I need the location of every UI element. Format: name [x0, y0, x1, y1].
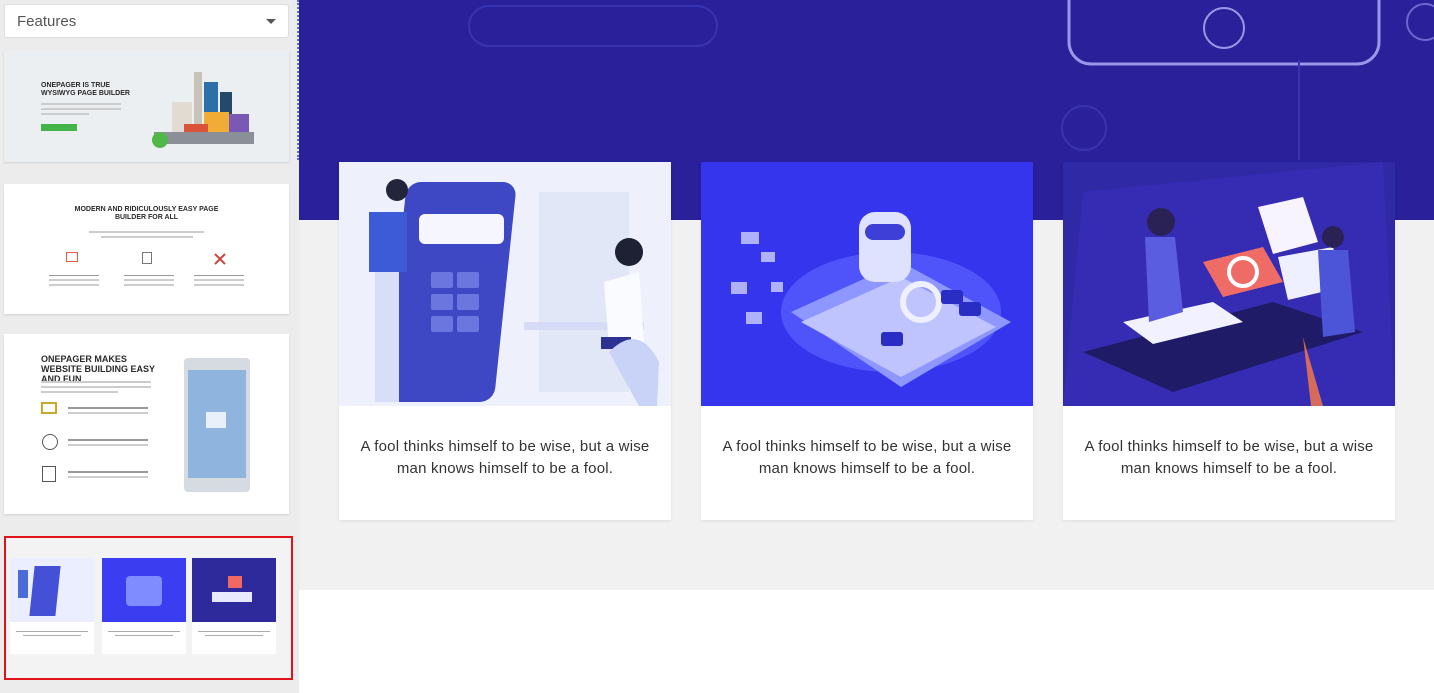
mini-card [192, 558, 276, 654]
block-thumbnail-cards-selected[interactable] [4, 536, 293, 680]
thumb-text-lines [68, 436, 148, 446]
block-thumbnail-hero[interactable]: ONEPAGER IS TRUE WYSIWYG PAGE BUILDER [4, 50, 289, 162]
next-section-band [299, 590, 1434, 693]
card-caption: A fool thinks himself to be wise, but a … [722, 438, 1012, 477]
mini-card [102, 558, 186, 654]
thumb-text-lines [68, 468, 148, 478]
thumb-title: MODERN AND RIDICULOUSLY EASY PAGE BUILDE… [74, 206, 219, 221]
block-thumbnail-phone-features[interactable]: ONEPAGER MAKES WEBSITE BUILDING EASY AND… [4, 334, 289, 514]
card-caption: A fool thinks himself to be wise, but a … [360, 438, 650, 477]
thumb-feature-icon [142, 252, 152, 264]
thumb-text-lines [49, 272, 99, 286]
block-thumbnail-features[interactable]: MODERN AND RIDICULOUSLY EASY PAGE BUILDE… [4, 184, 289, 314]
thumb-cta-button [41, 124, 77, 131]
sidebar: Features ONEPAGER IS TRUE WYSIWYG PAGE B… [0, 0, 299, 693]
thumb-text-lines [41, 378, 151, 393]
thumb-text-lines [41, 100, 121, 115]
thumb-text-lines [124, 272, 174, 286]
phone-mockup [184, 358, 250, 492]
team-dashboard-illustration [1063, 162, 1395, 406]
section-type-dropdown[interactable]: Features [4, 4, 289, 38]
document-icon [42, 466, 56, 482]
thumb-text-lines [194, 272, 244, 286]
thumb-text-lines [89, 228, 204, 238]
tools-icon [214, 252, 226, 265]
feature-card: A fool thinks himself to be wise, but a … [339, 162, 671, 520]
thumb-feature-icon [66, 252, 78, 262]
city-illustration [152, 72, 254, 148]
dropdown-selected-label: Features [17, 13, 77, 30]
feature-card: A fool thinks himself to be wise, but a … [1063, 162, 1395, 520]
thumb-text-lines [68, 404, 148, 414]
card-caption: A fool thinks himself to be wise, but a … [1084, 438, 1374, 477]
robot-phone-illustration [701, 162, 1033, 406]
feature-card: A fool thinks himself to be wise, but a … [701, 162, 1033, 520]
camera-icon [41, 402, 57, 414]
mini-card [10, 558, 94, 654]
onepager-logo-icon [206, 412, 226, 428]
people-tablet-illustration [339, 162, 671, 406]
thumb-title: ONEPAGER IS TRUE WYSIWYG PAGE BUILDER [41, 82, 130, 97]
main-canvas: A fool thinks himself to be wise, but a … [299, 0, 1434, 693]
chevron-down-icon [266, 19, 276, 24]
compass-icon [42, 434, 58, 450]
